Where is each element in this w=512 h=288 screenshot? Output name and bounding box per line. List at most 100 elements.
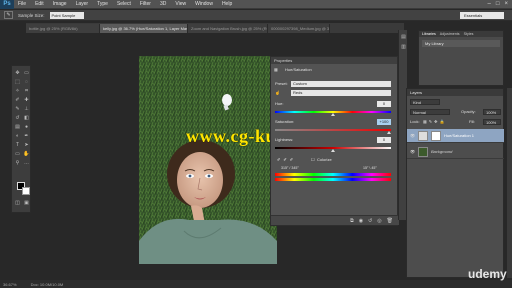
library-select[interactable]: My Library	[422, 40, 500, 47]
eyedropper-icon[interactable]: ✎	[4, 11, 13, 19]
workspace-select[interactable]: Essentials	[460, 12, 504, 19]
visibility-icon[interactable]: ◎	[377, 218, 381, 224]
menu-bar: Ps File Edit Image Layer Type Select Fil…	[0, 0, 512, 9]
clip-to-layer-icon[interactable]: ⧉	[350, 218, 354, 224]
clone-stamp-icon[interactable]: ⊥	[23, 106, 30, 112]
layer-row-background[interactable]: 👁 Background	[407, 145, 504, 159]
more-tools-icon[interactable]: …	[23, 160, 30, 166]
menu-3d[interactable]: 3D	[160, 1, 166, 7]
gradient-tool-icon[interactable]: ▤	[14, 124, 21, 130]
minimize-icon[interactable]: –	[488, 1, 491, 8]
channel-select[interactable]: Reds	[291, 90, 391, 96]
lasso-tool-icon[interactable]: ◌	[23, 79, 30, 85]
saturation-slider-thumb[interactable]	[387, 131, 391, 134]
close-icon[interactable]: ×	[504, 1, 508, 8]
opacity-field[interactable]: 100%	[483, 109, 501, 115]
layers-scrollbar[interactable]	[507, 88, 512, 278]
screen-mode-icon[interactable]: ▣	[23, 200, 30, 206]
range-right: 15° \ 45°	[363, 166, 377, 170]
photo-image	[139, 56, 277, 264]
eyedropper-group-icon[interactable]: ✐✐✐	[277, 157, 296, 162]
layer-mask-thumbnail[interactable]	[431, 130, 441, 141]
colorize-label: Colorize	[317, 157, 332, 162]
layers-panel: Layers Kind Normal Opacity: 100% Lock: ▦…	[406, 88, 504, 278]
tab-libraries[interactable]: Libraries	[422, 31, 436, 37]
libraries-tabs: Libraries Adjustments Styles	[419, 31, 503, 37]
saturation-value[interactable]: +100	[377, 119, 391, 125]
crop-tool-icon[interactable]: ⌗	[23, 88, 30, 94]
eye-icon[interactable]: 👁	[410, 149, 415, 154]
menu-window[interactable]: Window	[195, 1, 213, 7]
blur-tool-icon[interactable]: ●	[23, 124, 30, 130]
eyedropper-tool-icon[interactable]: ✐	[14, 97, 21, 103]
reset-icon[interactable]: ↺	[368, 218, 372, 224]
colorize-checkbox[interactable]: ☐	[311, 157, 315, 162]
healing-brush-icon[interactable]: ✚	[23, 97, 30, 103]
targeted-adjust-icon[interactable]: ☝	[275, 90, 280, 95]
adjustment-thumbnail	[418, 130, 428, 141]
layer-filter-select[interactable]: Kind	[410, 99, 440, 105]
fill-field[interactable]: 100%	[483, 119, 501, 125]
pen-tool-icon[interactable]: ✒	[23, 133, 30, 139]
delete-icon[interactable]: 🗑	[387, 218, 393, 224]
move-tool-icon[interactable]: ✥	[14, 70, 21, 76]
artboard-tool-icon[interactable]: ▭	[23, 70, 30, 76]
type-tool-icon[interactable]: T	[14, 142, 21, 148]
eye-icon[interactable]: 👁	[410, 133, 415, 138]
shape-tool-icon[interactable]: ▭	[14, 151, 21, 157]
maximize-icon[interactable]: □	[496, 1, 500, 8]
window-controls: – □ ×	[488, 1, 508, 8]
history-brush-icon[interactable]: ↺	[14, 115, 21, 121]
adjustment-icon: ▦	[274, 67, 278, 72]
lock-icons[interactable]: ▦✎✥🔒	[423, 119, 446, 125]
menu-select[interactable]: Select	[117, 1, 131, 7]
properties-panel-icon[interactable]: ▥	[400, 44, 407, 50]
tab-kelly[interactable]: kelly.jpg @ 36.7% (Hue/Saturation 1, Lay…	[100, 24, 188, 33]
saturation-label: Saturation:	[275, 119, 295, 124]
document-canvas[interactable]	[139, 56, 277, 264]
toolbox: ✥ ▭ ⬚ ◌ ✧ ⌗ ✐ ✚ ✎ ⊥ ↺ ◧ ▤ ● ◐ ✒ T ➤ ▭ ✋ …	[11, 65, 31, 213]
menu-file[interactable]: File	[18, 1, 26, 7]
tab-zoom[interactable]: Zoom and Navigation Brush.jpg @ 25% (RGB…	[188, 24, 268, 33]
layers-title: Layers	[407, 89, 503, 96]
view-previous-icon[interactable]: ◉	[359, 218, 363, 224]
tab-bottle[interactable]: bottle.jpg @ 25% (RGB/8#)	[26, 24, 100, 33]
background-color-swatch[interactable]	[22, 187, 30, 195]
menu-edit[interactable]: Edit	[35, 1, 44, 7]
lightness-slider-thumb[interactable]	[331, 149, 335, 152]
menu-image[interactable]: Image	[53, 1, 67, 7]
adjustment-name: Hue/Saturation	[285, 67, 312, 72]
path-select-icon[interactable]: ➤	[23, 142, 30, 148]
zoom-level[interactable]: 36.67%	[3, 282, 17, 287]
quick-select-icon[interactable]: ✧	[14, 88, 21, 94]
blend-mode-select[interactable]: Normal	[410, 109, 450, 115]
color-range-bar-bottom[interactable]	[275, 178, 391, 181]
dodge-tool-icon[interactable]: ◐	[14, 133, 21, 139]
tab-medium[interactable]: 000000297398_Medium.jpg @ 33.3% (L...	[268, 24, 330, 33]
menu-type[interactable]: Type	[97, 1, 108, 7]
eraser-tool-icon[interactable]: ◧	[23, 115, 30, 121]
hue-value[interactable]: 0	[377, 101, 391, 107]
layer-row-hue-saturation[interactable]: 👁 Hue/Saturation 1	[407, 129, 504, 143]
brush-tool-icon[interactable]: ✎	[14, 106, 21, 112]
menu-view[interactable]: View	[175, 1, 186, 7]
options-bar: ✎ Sample Size: Point Sample Essentials	[0, 10, 512, 21]
lock-label: Lock:	[410, 119, 420, 124]
hue-slider-thumb[interactable]	[331, 113, 335, 116]
lightness-value[interactable]: 0	[377, 137, 391, 143]
saturation-slider[interactable]	[275, 129, 391, 131]
tab-adjustments[interactable]: Adjustments	[440, 31, 460, 37]
sample-size-select[interactable]: Point Sample	[49, 11, 84, 19]
history-panel-icon[interactable]: ▤	[400, 34, 407, 40]
quick-mask-icon[interactable]: ◫	[14, 200, 21, 206]
menu-filter[interactable]: Filter	[140, 1, 151, 7]
menu-help[interactable]: Help	[222, 1, 232, 7]
menu-layer[interactable]: Layer	[76, 1, 89, 7]
hand-tool-icon[interactable]: ✋	[23, 151, 30, 157]
opacity-label: Opacity:	[461, 109, 476, 114]
preset-select[interactable]: Custom	[291, 81, 391, 87]
properties-title: Properties	[271, 57, 397, 64]
tab-styles[interactable]: Styles	[464, 31, 474, 37]
zoom-tool-icon[interactable]: ⚲	[14, 160, 21, 166]
marquee-tool-icon[interactable]: ⬚	[14, 79, 21, 85]
